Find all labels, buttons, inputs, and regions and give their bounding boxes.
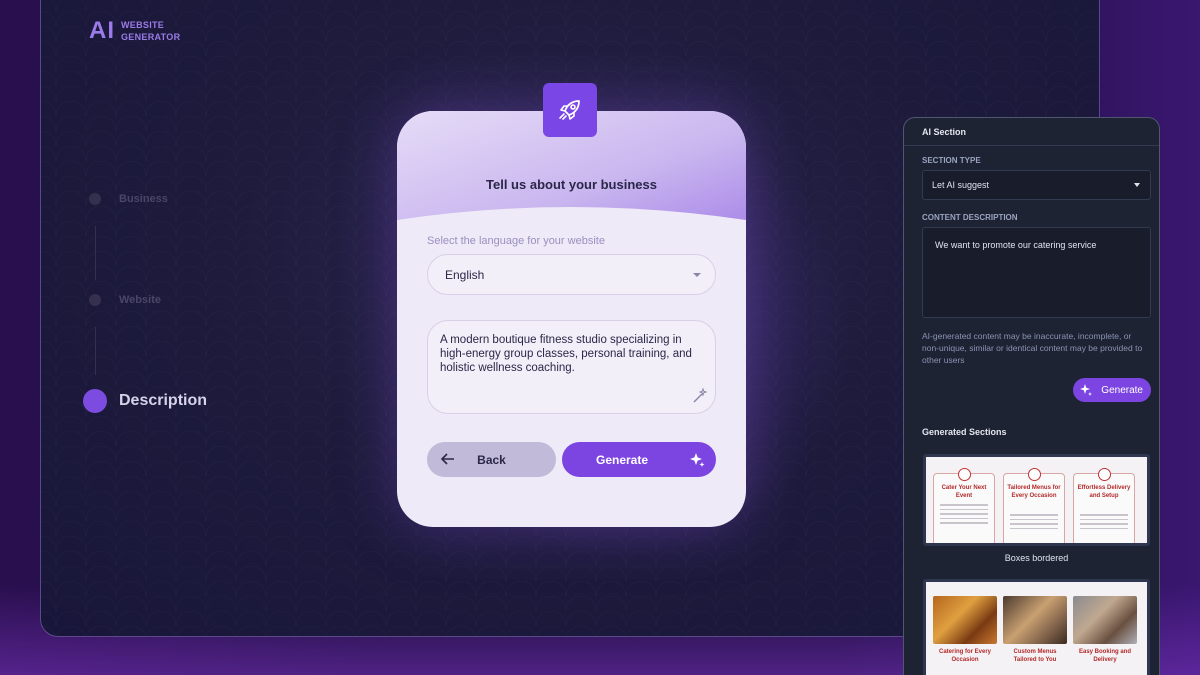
thumb-box-text [1010, 514, 1058, 532]
ai-disclaimer: AI-generated content may be inaccurate, … [922, 331, 1143, 365]
star-icon [1098, 468, 1111, 481]
chevron-down-icon [1134, 183, 1140, 187]
business-card: Tell us about your business Select the l… [397, 111, 746, 527]
panel-generate-label: Generate [1101, 384, 1143, 396]
thumb-box: Tailored Menus for Every Occasion [1003, 468, 1065, 543]
step-label: Description [119, 392, 208, 409]
step-description[interactable]: Description [83, 389, 208, 413]
star-icon [1028, 468, 1041, 481]
step-connector [95, 327, 96, 375]
sparkle-icon [1080, 384, 1092, 396]
ai-section-panel: AI Section SECTION TYPE Let AI suggest C… [903, 117, 1160, 675]
business-description-text: A modern boutique fitness studio special… [440, 334, 692, 374]
section-caption: Boxes bordered [1004, 553, 1069, 563]
step-label: Website [119, 294, 161, 306]
step-business[interactable]: Business [89, 193, 168, 205]
content-description-text: We want to promote our catering service [935, 240, 1097, 250]
section-thumbnail-images[interactable]: Catering for Every Occasion Custom Menus… [923, 579, 1150, 675]
thumb-box-title: Tailored Menus for Every Occasion [1007, 485, 1061, 499]
logo-text: WEBSITE GENERATOR [121, 19, 180, 43]
content-description-input[interactable]: We want to promote our catering service [922, 227, 1151, 318]
rocket-icon [559, 100, 580, 120]
generate-button[interactable]: Generate [562, 442, 716, 477]
catering-image [1073, 596, 1137, 644]
section-type-select[interactable]: Let AI suggest [922, 170, 1151, 200]
step-connector [95, 226, 96, 280]
logo-mark: AI [89, 17, 115, 44]
divider [904, 145, 1159, 146]
language-select[interactable]: English [427, 254, 716, 295]
back-label: Back [477, 452, 506, 467]
step-website[interactable]: Website [89, 294, 161, 306]
magic-wand-icon[interactable] [691, 387, 709, 405]
section-type-value: Let AI suggest [932, 180, 990, 190]
thumb-image-title: Catering for Every Occasion [938, 649, 992, 663]
step-dot [89, 294, 101, 306]
catering-image [1003, 596, 1067, 644]
thumb-image-title: Custom Menus Tailored to You [1013, 649, 1057, 663]
section-type-label: SECTION TYPE [922, 156, 981, 165]
logo: AI WEBSITE GENERATOR [89, 17, 180, 45]
rocket-badge [543, 83, 597, 137]
content-description-label: CONTENT DESCRIPTION [922, 213, 1018, 222]
logo-line1: WEBSITE [121, 20, 165, 30]
thumb-box-text [1080, 514, 1128, 532]
panel-title: AI Section [922, 127, 967, 137]
thumb-image-title: Easy Booking and Delivery [1078, 649, 1131, 663]
step-label: Business [119, 193, 168, 205]
business-description-input[interactable]: A modern boutique fitness studio special… [427, 320, 716, 414]
section-thumbnail-boxes[interactable]: Cater Your Next Event Tailored Menus for… [923, 454, 1150, 546]
star-icon [958, 468, 971, 481]
generated-sections-title: Generated Sections [922, 427, 1007, 437]
thumb-box-title: Cater Your Next Event [941, 485, 987, 499]
step-dot [83, 389, 107, 413]
generate-label: Generate [595, 452, 649, 467]
back-button[interactable]: Back [427, 442, 556, 477]
step-dot [89, 193, 101, 205]
catering-image [933, 596, 997, 644]
logo-line2: GENERATOR [121, 32, 181, 42]
language-value: English [445, 267, 485, 282]
language-label: Select the language for your website [427, 235, 605, 247]
thumb-box-title: Effortless Delivery and Setup [1077, 485, 1131, 499]
panel-generate-button[interactable]: Generate [1073, 378, 1151, 402]
chevron-down-icon [693, 273, 701, 277]
thumb-box-text [940, 504, 988, 527]
thumb-box: Effortless Delivery and Setup [1073, 468, 1135, 543]
card-body: Select the language for your website Eng… [397, 111, 746, 527]
thumb-box: Cater Your Next Event [933, 468, 995, 543]
sparkle-icon [690, 453, 705, 467]
